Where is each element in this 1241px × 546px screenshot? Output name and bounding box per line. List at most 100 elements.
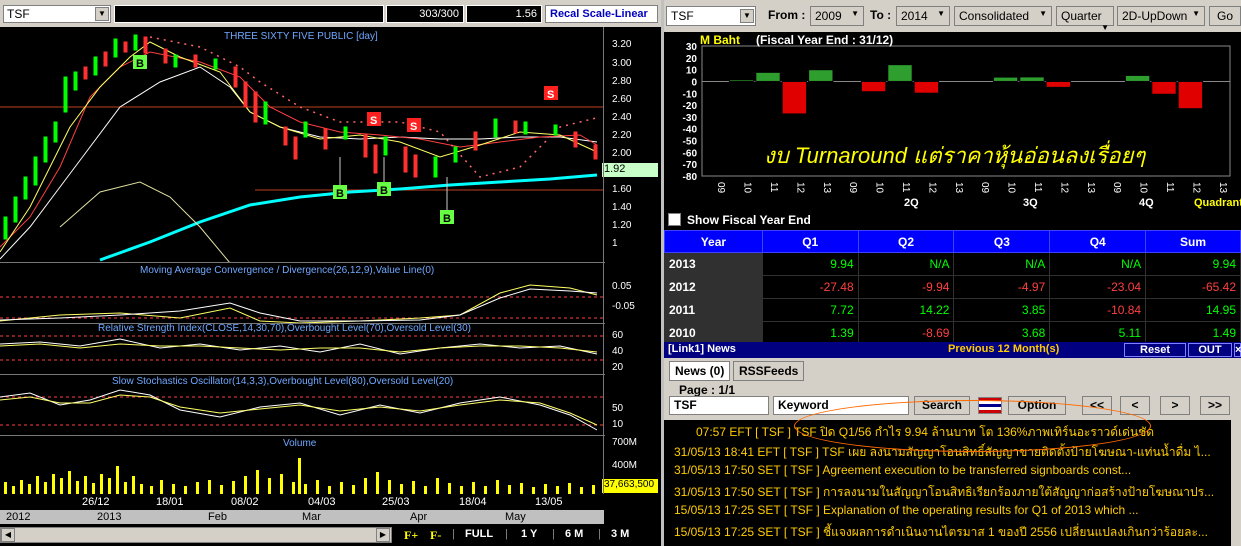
news-vertical-scrollbar[interactable]: [1231, 420, 1241, 546]
price-tick: 1: [612, 238, 618, 249]
x-tick-label: 12: [1058, 182, 1069, 194]
chevron-down-icon[interactable]: ▼: [740, 9, 754, 23]
column-header[interactable]: Q4: [1049, 230, 1147, 253]
column-header[interactable]: Sum: [1145, 230, 1241, 253]
chart-symbol-input[interactable]: TSF ▼: [3, 5, 111, 23]
volume-tick: 700M: [612, 437, 638, 448]
year-cell: 2011: [664, 298, 763, 322]
profit-bar[interactable]: [755, 71, 781, 82]
quadrant-label: Quadrant: [1194, 197, 1241, 209]
news-title: [Link1] News: [668, 343, 736, 355]
date-tick: 13/05: [535, 496, 563, 508]
profit-bar[interactable]: [808, 69, 834, 82]
y-tick-label: 30: [686, 42, 698, 53]
column-header[interactable]: Q1: [761, 230, 859, 253]
year-cell: 2012: [664, 275, 763, 299]
scroll-left-icon[interactable]: ◀: [1, 528, 15, 542]
sell-signal: S: [547, 89, 554, 101]
chart-mode-value: 2D-UpDown: [1122, 9, 1188, 23]
out-button[interactable]: OUT: [1188, 343, 1232, 357]
x-tick-label: 09: [715, 182, 726, 194]
x-tick-label: 13: [821, 182, 832, 194]
x-tick-label: 09: [1111, 182, 1122, 194]
group-label: 4Q: [1139, 197, 1154, 209]
price-chart[interactable]: B S S S B B B: [0, 27, 604, 263]
profit-bar[interactable]: [1019, 76, 1045, 82]
profit-bar[interactable]: [992, 76, 1019, 82]
y-tick-label: 10: [686, 66, 698, 77]
tab-rssfeeds[interactable]: RSSFeeds: [733, 361, 805, 381]
profit-bar[interactable]: [1177, 80, 1204, 110]
rsi-tick: 60: [612, 330, 624, 341]
price-tick: 2.40: [612, 112, 632, 123]
tab-news[interactable]: News (0): [669, 361, 731, 381]
group-label: 3Q: [1023, 197, 1038, 209]
rsi-tick: 20: [612, 362, 624, 373]
chart-mode-select[interactable]: 2D-UpDown ▼: [1117, 6, 1205, 26]
statement-type-select[interactable]: Consolidated ▼: [954, 6, 1052, 26]
value-cell: 3.85: [953, 298, 1051, 322]
range-3m-button[interactable]: 3 M: [611, 528, 629, 540]
show-fiscal-year-checkbox[interactable]: [668, 213, 681, 226]
x-tick-label: 12: [926, 182, 937, 194]
from-label: From :: [768, 8, 806, 22]
chart-info-field: [114, 5, 384, 23]
close-icon[interactable]: ×: [1234, 343, 1241, 357]
from-year-value: 2009: [815, 9, 842, 23]
profit-bar[interactable]: [913, 80, 940, 94]
font-increase-button[interactable]: F+: [404, 528, 418, 543]
table-row[interactable]: 2012 -27.48 -9.94 -4.97 -23.04 -65.42: [664, 275, 1241, 299]
x-tick-label: 11: [1164, 182, 1175, 193]
scroll-right-icon[interactable]: ▶: [376, 528, 390, 542]
profit-bar[interactable]: [1124, 74, 1151, 82]
y-tick-label: -10: [683, 89, 698, 100]
chevron-down-icon[interactable]: ▼: [95, 7, 109, 21]
y-tick-label: -60: [683, 148, 698, 159]
news-item[interactable]: 15/05/13 17:25 SET [ TSF ] ชี้แจงผลการดำ…: [674, 523, 1229, 543]
fundamental-symbol-select[interactable]: TSF ▼: [666, 6, 756, 26]
profit-bar[interactable]: [781, 80, 808, 115]
column-header[interactable]: Q2: [857, 230, 955, 253]
range-full-button[interactable]: FULL: [465, 528, 493, 540]
to-year-select[interactable]: 2014 ▼: [896, 6, 950, 26]
font-decrease-button[interactable]: F-: [430, 528, 441, 543]
month-tick: Mar: [302, 511, 321, 523]
chart-title: THREE SIXTY FIVE PUBLIC [day]: [224, 31, 378, 42]
table-row[interactable]: 2011 7.72 14.22 3.85 -10.84 14.95: [664, 298, 1241, 322]
news-item[interactable]: 15/05/13 17:25 SET [ TSF ] Explanation o…: [674, 503, 1229, 523]
group-label: 2Q: [904, 197, 919, 209]
profit-bar[interactable]: [728, 79, 755, 82]
profit-bar[interactable]: [1045, 80, 1072, 88]
month-tick: Feb: [208, 511, 227, 523]
column-header[interactable]: Q3: [953, 230, 1051, 253]
profit-bar[interactable]: [860, 80, 887, 93]
next-page-button[interactable]: >: [1160, 396, 1190, 415]
news-item[interactable]: 31/05/13 17:50 SET [ TSF ] การลงนามในสัญ…: [674, 483, 1229, 503]
x-tick-label: 11: [768, 182, 779, 193]
x-tick-label: 09: [847, 182, 858, 194]
profit-bar[interactable]: [1151, 80, 1177, 95]
buy-signal: B: [136, 58, 144, 70]
chart-horizontal-scrollbar[interactable]: [0, 527, 392, 543]
value-cell: -27.48: [761, 275, 859, 299]
from-year-select[interactable]: 2009 ▼: [810, 6, 864, 26]
last-page-button[interactable]: >>: [1200, 396, 1230, 415]
value-field-value: 1.56: [515, 8, 537, 20]
y-tick-label: -50: [683, 137, 698, 148]
reset-button[interactable]: Reset: [1124, 343, 1186, 357]
profit-bar[interactable]: [887, 64, 913, 82]
news-symbol-input[interactable]: TSF: [669, 396, 769, 415]
go-button[interactable]: Go: [1209, 6, 1241, 26]
column-header[interactable]: Year: [664, 230, 763, 253]
x-tick-label: 10: [1006, 182, 1017, 194]
annotation-text: งบ Turnaround แต่ราคาหุ้นอ่อนลงเรื่อยๆ: [764, 143, 1146, 168]
current-price-marker: 1.92: [602, 163, 658, 177]
short-ma-red-line: [0, 51, 598, 248]
news-item[interactable]: 31/05/13 17:50 SET [ TSF ] Agreement exe…: [674, 463, 1229, 483]
recal-scale-button[interactable]: Recal Scale-Linear: [545, 5, 658, 23]
period-select[interactable]: Quarter ▼: [1056, 6, 1114, 32]
range-1y-button[interactable]: 1 Y: [521, 528, 537, 540]
table-row[interactable]: 2013 9.94 N/A N/A N/A 9.94: [664, 252, 1241, 276]
range-6m-button[interactable]: 6 M: [565, 528, 583, 540]
quarterly-profit-chart[interactable]: 3020100-10-20-30-40-50-60-70-80 09 10 11 12…: [664, 32, 1241, 210]
